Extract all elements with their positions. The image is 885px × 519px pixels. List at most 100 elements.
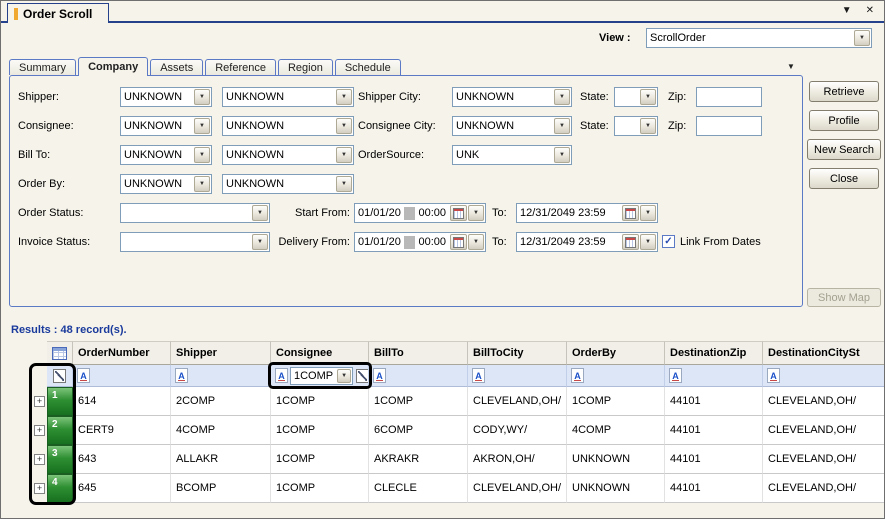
shipper-zip-input[interactable] xyxy=(696,87,762,107)
billto-combo-2[interactable]: UNKNOWN ▼ xyxy=(222,145,354,165)
orderby-combo-1[interactable]: UNKNOWN ▼ xyxy=(120,174,212,194)
shipper-state-combo[interactable]: ▼ xyxy=(614,87,658,107)
billto-combo-1[interactable]: UNKNOWN ▼ xyxy=(120,145,212,165)
filter-cell-billto[interactable]: A xyxy=(369,365,468,387)
dropdown-button[interactable]: ▼ xyxy=(640,234,656,250)
row-header[interactable]: 1 xyxy=(47,387,73,416)
orderby-combo-2[interactable]: UNKNOWN ▼ xyxy=(222,174,354,194)
table-row[interactable]: + 1 614 2COMP 1COMP 1COMP CLEVELAND,OH/ … xyxy=(31,387,884,416)
new-search-button[interactable]: New Search xyxy=(807,139,881,160)
start-to-date[interactable]: 12/31/2049 23:59 ▼ xyxy=(516,203,658,223)
dropdown-button[interactable]: ▼ xyxy=(468,234,484,250)
filter-a-icon[interactable]: A xyxy=(669,368,682,383)
view-dropdown-button[interactable]: ▼ xyxy=(854,30,870,46)
delivery-to-date[interactable]: 12/31/2049 23:59 ▼ xyxy=(516,232,658,252)
dropdown-button[interactable]: ▼ xyxy=(468,205,484,221)
consignee-combo-2[interactable]: UNKNOWN ▼ xyxy=(222,116,354,136)
shipper-city-combo[interactable]: UNKNOWN ▼ xyxy=(452,87,572,107)
link-from-dates-checkbox[interactable]: ✓ xyxy=(662,235,675,248)
profile-button[interactable]: Profile xyxy=(809,110,879,131)
shipper-combo-1[interactable]: UNKNOWN ▼ xyxy=(120,87,212,107)
filter-a-icon[interactable]: A xyxy=(571,368,584,383)
column-header-consignee[interactable]: Consignee xyxy=(271,341,369,365)
dropdown-button[interactable]: ▼ xyxy=(194,89,210,105)
clear-filter-cell[interactable] xyxy=(47,365,73,387)
expand-row-icon[interactable]: + xyxy=(34,483,45,494)
dropdown-button[interactable]: ▼ xyxy=(640,89,656,105)
tab-region[interactable]: Region xyxy=(277,59,333,75)
order-status-combo[interactable]: ▼ xyxy=(120,203,270,223)
row-header[interactable]: 4 xyxy=(47,474,73,503)
tab-company[interactable]: Company xyxy=(78,57,149,76)
filter-cell-destinationzip[interactable]: A xyxy=(665,365,763,387)
window-title-tab[interactable]: Order Scroll xyxy=(7,3,110,23)
ordersource-combo[interactable]: UNK ▼ xyxy=(452,145,572,165)
table-row[interactable]: + 4 645 BCOMP 1COMP CLECLE CLEVELAND,OH/… xyxy=(31,474,884,503)
column-header-destinationcityst[interactable]: DestinationCitySt xyxy=(763,341,884,365)
expand-row-icon[interactable]: + xyxy=(34,425,45,436)
filter-cell-ordernumber[interactable]: A xyxy=(73,365,171,387)
column-header-billtocity[interactable]: BillToCity xyxy=(468,341,567,365)
column-header-billto[interactable]: BillTo xyxy=(369,341,468,365)
column-header-ordernumber[interactable]: OrderNumber xyxy=(73,341,171,365)
start-from-date[interactable]: 01/01/20 00:00 ▼ xyxy=(354,203,486,223)
filter-a-icon[interactable]: A xyxy=(767,368,780,383)
filter-a-icon[interactable]: A xyxy=(77,368,90,383)
dropdown-button[interactable]: ▼ xyxy=(554,118,570,134)
tab-schedule[interactable]: Schedule xyxy=(334,59,401,75)
filter-a-icon[interactable]: A xyxy=(275,368,288,383)
clear-filter-icon[interactable] xyxy=(356,368,368,383)
filter-cell-destinationcityst[interactable]: A xyxy=(763,365,884,387)
invoice-status-combo[interactable]: ▼ xyxy=(120,232,270,252)
dropdown-button[interactable]: ▼ xyxy=(336,147,352,163)
filter-cell-consignee[interactable]: A 1COMP ▼ xyxy=(271,365,369,387)
column-header-orderby[interactable]: OrderBy xyxy=(567,341,665,365)
consignee-zip-input[interactable] xyxy=(696,116,762,136)
calendar-button[interactable] xyxy=(450,234,467,250)
table-row[interactable]: + 3 643 ALLAKR 1COMP AKRAKR AKRON,OH/ UN… xyxy=(31,445,884,474)
dropdown-button[interactable]: ▼ xyxy=(554,147,570,163)
close-button[interactable]: Close xyxy=(809,168,879,189)
column-header-shipper[interactable]: Shipper xyxy=(171,341,271,365)
retrieve-button[interactable]: Retrieve xyxy=(809,81,879,102)
dropdown-button[interactable]: ▼ xyxy=(336,89,352,105)
filter-a-icon[interactable]: A xyxy=(472,368,485,383)
tab-overflow-icon[interactable]: ▼ xyxy=(787,62,795,71)
column-header-destinationzip[interactable]: DestinationZip xyxy=(665,341,763,365)
filter-cell-orderby[interactable]: A xyxy=(567,365,665,387)
consignee-state-combo[interactable]: ▼ xyxy=(614,116,658,136)
select-all-cell[interactable] xyxy=(47,341,73,365)
calendar-button[interactable] xyxy=(450,205,467,221)
tab-reference[interactable]: Reference xyxy=(205,59,276,75)
dropdown-button[interactable]: ▼ xyxy=(640,205,656,221)
dropdown-button[interactable]: ▼ xyxy=(554,89,570,105)
close-icon[interactable]: ✕ xyxy=(866,5,874,16)
consignee-combo-1[interactable]: UNKNOWN ▼ xyxy=(120,116,212,136)
dropdown-button[interactable]: ▼ xyxy=(336,176,352,192)
calendar-button[interactable] xyxy=(622,234,639,250)
view-select[interactable]: ScrollOrder ▼ xyxy=(646,28,872,48)
consignee-filter-combo[interactable]: 1COMP ▼ xyxy=(290,366,354,385)
calendar-button[interactable] xyxy=(622,205,639,221)
show-map-button[interactable]: Show Map xyxy=(807,288,881,307)
tab-summary[interactable]: Summary xyxy=(9,59,77,75)
delivery-from-date[interactable]: 01/01/20 00:00 ▼ xyxy=(354,232,486,252)
tab-assets[interactable]: Assets xyxy=(150,59,204,75)
dropdown-button[interactable]: ▼ xyxy=(194,147,210,163)
expand-row-icon[interactable]: + xyxy=(34,396,45,407)
table-row[interactable]: + 2 CERT9 4COMP 1COMP 6COMP CODY,WY/ 4CO… xyxy=(31,416,884,445)
dropdown-button[interactable]: ▼ xyxy=(640,118,656,134)
dropdown-button[interactable]: ▼ xyxy=(194,118,210,134)
dropdown-button[interactable]: ▼ xyxy=(336,118,352,134)
minimize-icon[interactable]: ▼ xyxy=(842,5,852,16)
filter-cell-shipper[interactable]: A xyxy=(171,365,271,387)
expand-row-icon[interactable]: + xyxy=(34,454,45,465)
shipper-combo-2[interactable]: UNKNOWN ▼ xyxy=(222,87,354,107)
dropdown-button[interactable]: ▼ xyxy=(194,176,210,192)
filter-a-icon[interactable]: A xyxy=(175,368,188,383)
dropdown-button[interactable]: ▼ xyxy=(337,368,352,383)
row-header[interactable]: 2 xyxy=(47,416,73,445)
filter-a-icon[interactable]: A xyxy=(373,368,386,383)
row-header[interactable]: 3 xyxy=(47,445,73,474)
filter-cell-billtocity[interactable]: A xyxy=(468,365,567,387)
